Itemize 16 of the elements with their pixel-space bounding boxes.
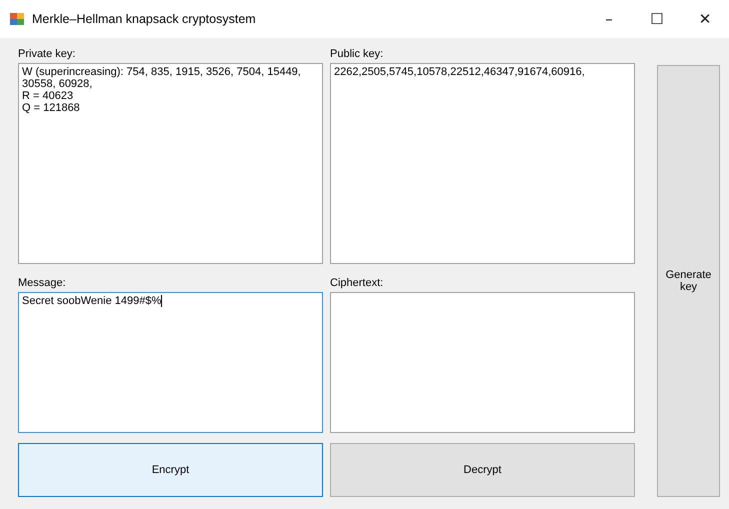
decrypt-button[interactable]: Decrypt [330, 443, 635, 497]
maximize-button[interactable]: ☐ [633, 4, 681, 34]
field-label: Message: [18, 276, 67, 290]
close-button[interactable]: ✕ [681, 4, 729, 34]
app-icon [9, 11, 25, 27]
text-field[interactable] [330, 292, 635, 432]
generate-key-button[interactable]: Generate key [657, 65, 720, 497]
field-label: Public key: [330, 47, 384, 62]
field-label: Private key: [18, 47, 76, 62]
text-field[interactable]: W (superincreasing): 754, 835, 1915, 3526, 7504, 15449, 30558, 60928, R = 40623 Q = 121868 [18, 63, 323, 264]
encrypt-button[interactable]: Encrypt [18, 443, 323, 497]
text-field[interactable]: 2262,2505,5745,10578,22512,46347,91674,60916, [330, 63, 635, 264]
window-title: Merkle–Hellman knapsack cryptosystem [32, 12, 256, 26]
text-field[interactable]: Secret soobWenie 1499#$% [18, 292, 323, 432]
minimize-button[interactable]: – [585, 4, 633, 34]
field-label: Ciphertext: [330, 276, 384, 290]
